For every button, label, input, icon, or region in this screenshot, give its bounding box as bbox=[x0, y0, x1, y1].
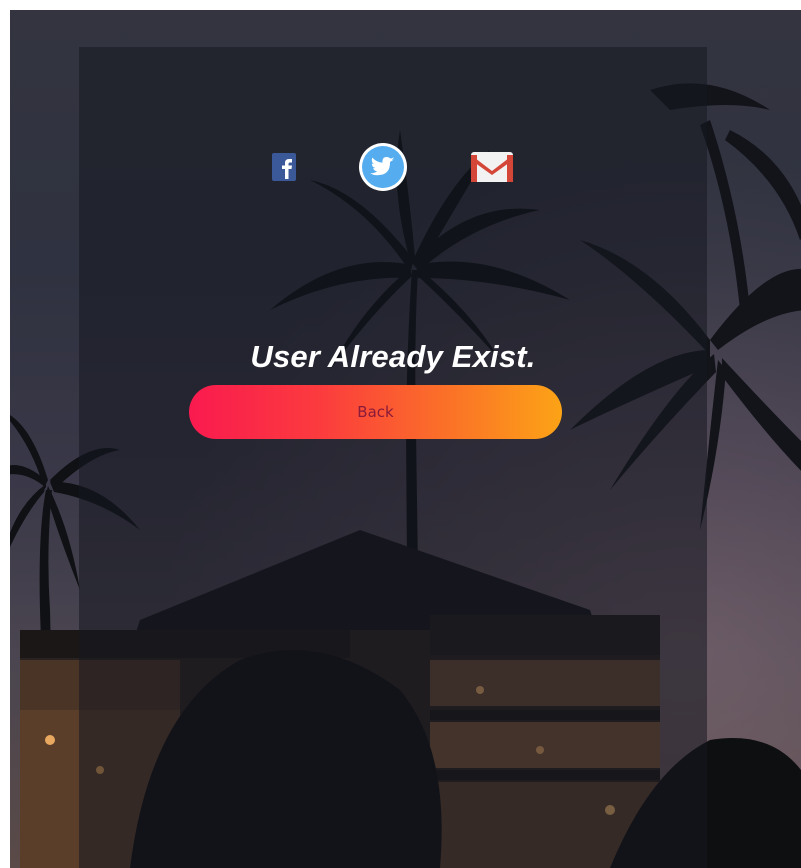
user-exists-message: User Already Exist. bbox=[250, 339, 536, 374]
background-viewport: User Already Exist. Back bbox=[10, 10, 801, 868]
facebook-link[interactable] bbox=[272, 153, 296, 181]
gmail-link[interactable] bbox=[470, 150, 514, 184]
twitter-icon bbox=[359, 143, 407, 191]
twitter-link[interactable] bbox=[358, 142, 408, 192]
gmail-icon bbox=[471, 152, 513, 182]
facebook-icon bbox=[272, 153, 296, 181]
social-links bbox=[79, 142, 707, 192]
message-panel: User Already Exist. Back bbox=[79, 47, 707, 868]
back-button[interactable]: Back bbox=[189, 385, 562, 439]
